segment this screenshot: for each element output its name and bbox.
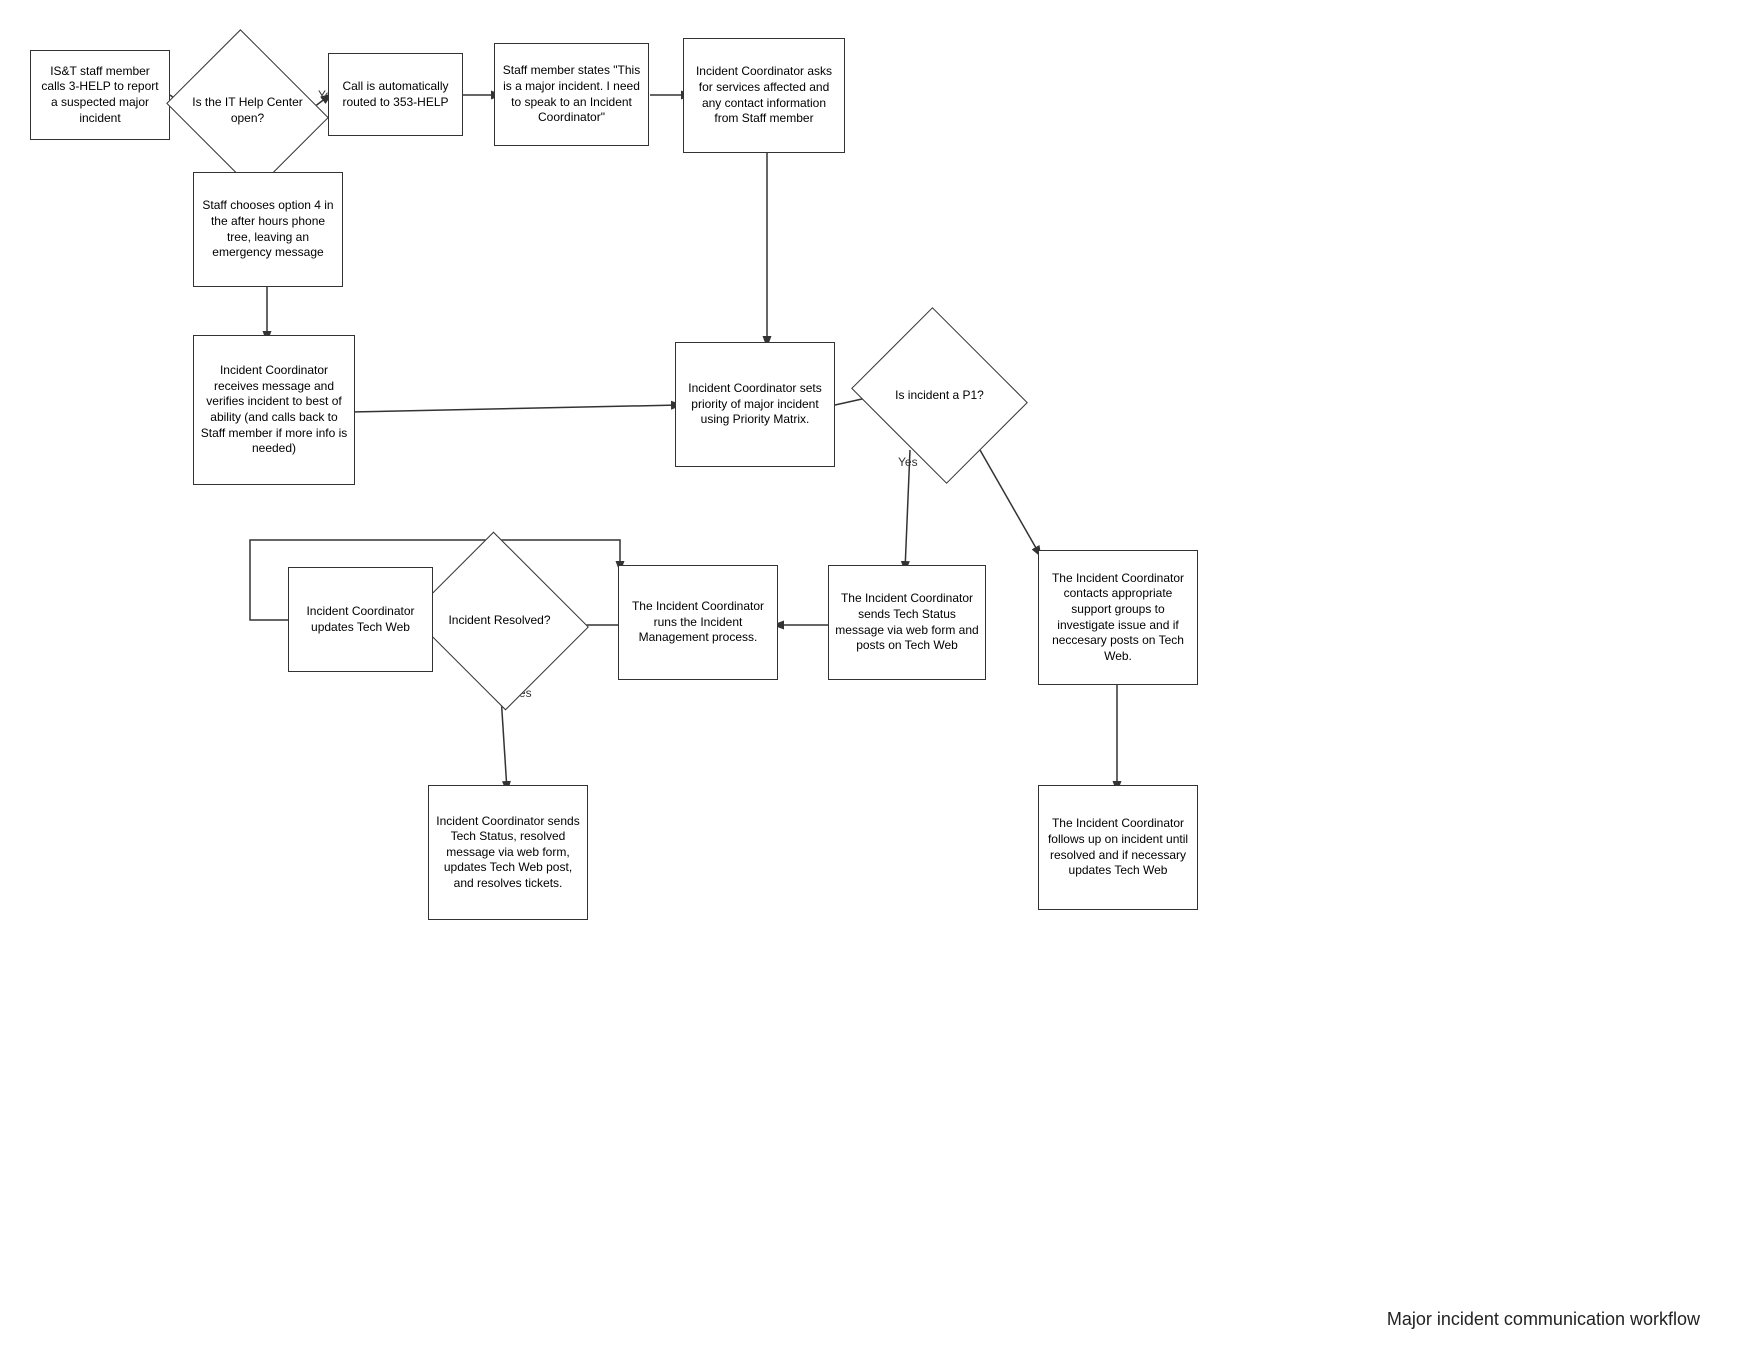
box-staff-states: Staff member states "This is a major inc… [494, 43, 649, 146]
box-resolved-msg: Incident Coordinator sends Tech Status, … [428, 785, 588, 920]
yes2-label: Yes [898, 455, 918, 469]
page-title: Major incident communication workflow [1387, 1309, 1700, 1330]
diamond-resolved: Incident Resolved? [432, 562, 567, 680]
box-call-routed: Call is automatically routed to 353-HELP [328, 53, 463, 136]
box-follows-up: The Incident Coordinator follows up on i… [1038, 785, 1198, 910]
box-ic-priority: Incident Coordinator sets priority of ma… [675, 342, 835, 467]
box-ic-receives: Incident Coordinator receives message an… [193, 335, 355, 485]
box-ic-updates: Incident Coordinator updates Tech Web [288, 567, 433, 672]
box-isst-staff: IS&T staff member calls 3-HELP to report… [30, 50, 170, 140]
box-ic-asks: Incident Coordinator asks for services a… [683, 38, 845, 153]
box-tech-status: The Incident Coordinator sends Tech Stat… [828, 565, 986, 680]
diamond-p1: Is incident a P1? [872, 338, 1007, 453]
diamond-help-center: Is the IT Help Center open? [185, 58, 310, 163]
box-support-groups: The Incident Coordinator contacts approp… [1038, 550, 1198, 685]
box-staff-option4: Staff chooses option 4 in the after hour… [193, 172, 343, 287]
box-incident-mgmt: The Incident Coordinator runs the Incide… [618, 565, 778, 680]
diagram-container: Yes No No Yes Yes No IS&T staff member c… [0, 0, 1760, 1360]
